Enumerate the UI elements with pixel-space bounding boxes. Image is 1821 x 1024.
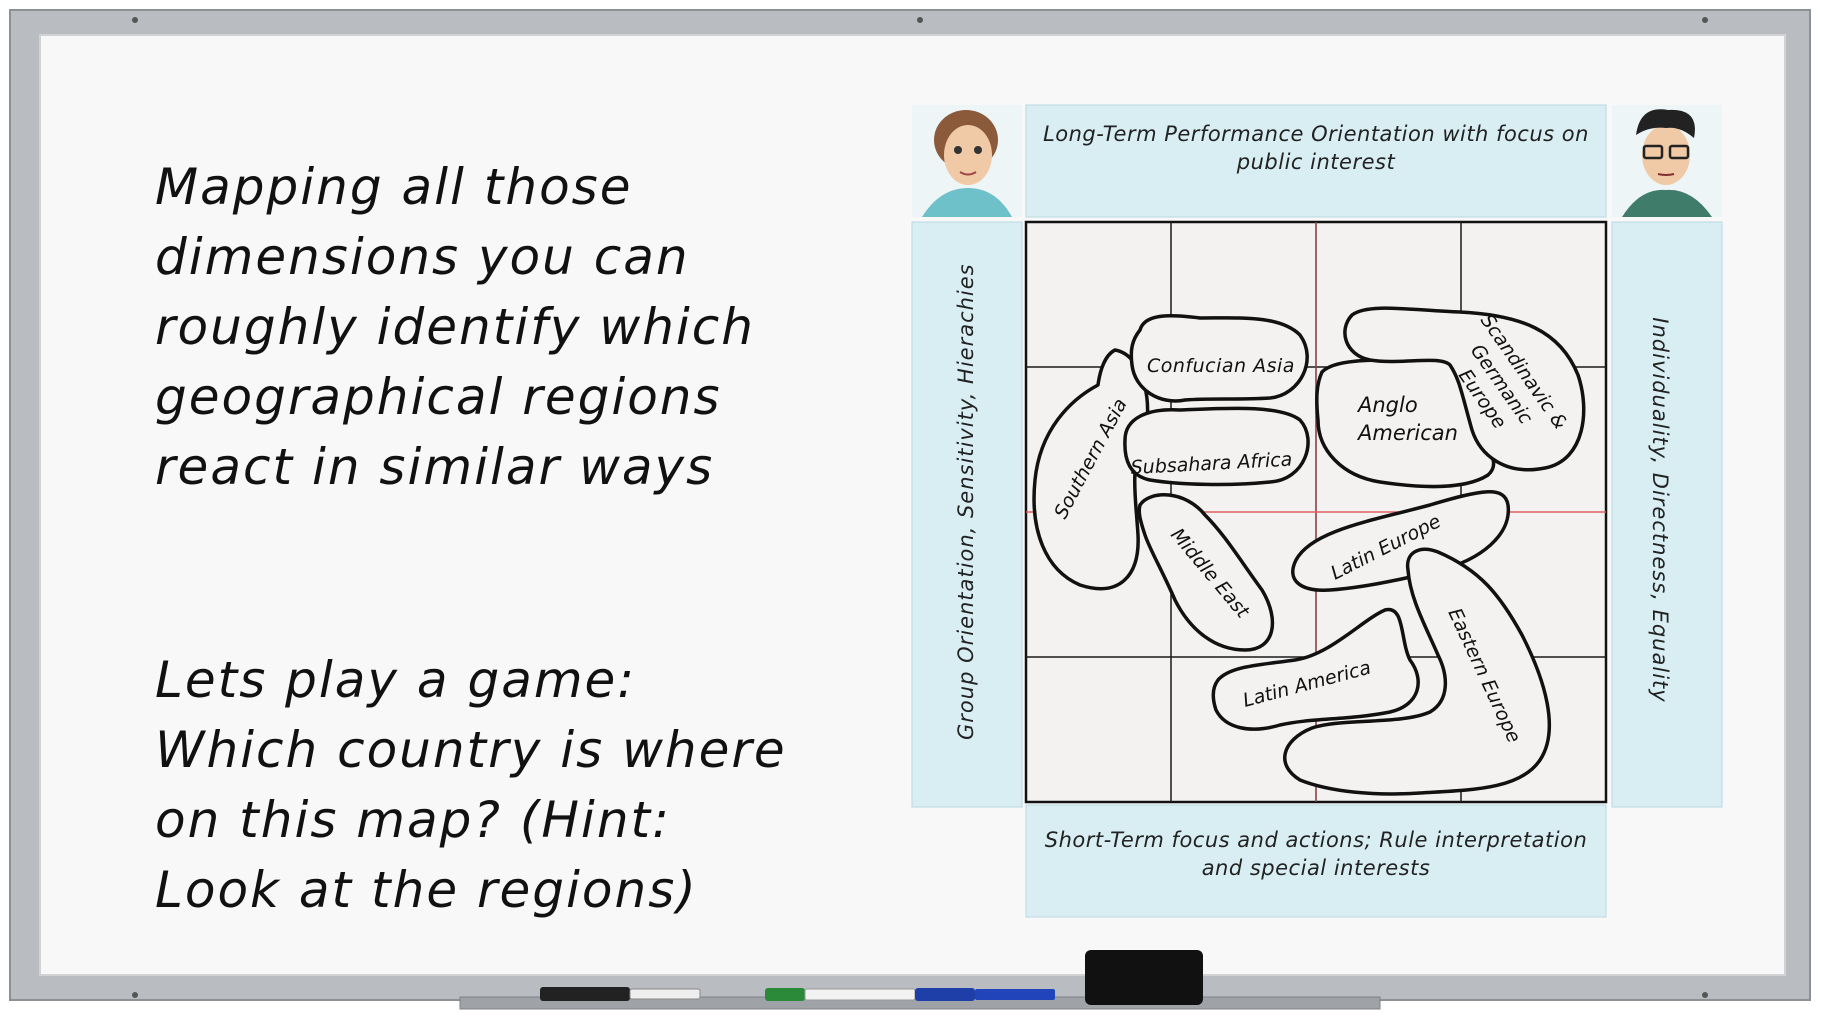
axis-label-right: Individuality, Directness, Equality: [1648, 317, 1672, 703]
intro-line: geographical regions: [155, 368, 722, 426]
frame-screw: [132, 17, 138, 23]
blue-marker[interactable]: [915, 988, 1055, 1001]
game-line: Lets play a game:: [155, 651, 637, 709]
frame-screw: [1702, 992, 1708, 998]
label-anglo-american-2: American: [1356, 421, 1458, 445]
eraser[interactable]: [1085, 950, 1203, 1005]
slide: Confucian Asia Southern Asia Subsahara A…: [0, 0, 1821, 1024]
frame-screw: [1702, 17, 1708, 23]
frame-screw: [917, 17, 923, 23]
label-anglo-american-1: Anglo: [1356, 393, 1418, 417]
intro-line: Mapping all those: [155, 158, 633, 216]
axis-label-bottom: Short-Term focus and actions; Rule inter…: [1044, 828, 1588, 880]
game-line: Look at the regions): [155, 861, 698, 919]
axis-label-top: Long-Term Performance Orientation with f…: [1043, 122, 1589, 174]
intro-line: roughly identify which: [155, 298, 755, 356]
woman-avatar: [912, 105, 1022, 217]
intro-line: dimensions you can: [155, 228, 690, 286]
black-marker[interactable]: [540, 987, 701, 1001]
green-marker[interactable]: [765, 988, 916, 1001]
frame-screw: [132, 992, 138, 998]
game-paragraph: Lets play a game: Which country is where…: [155, 645, 787, 925]
intro-line: react in similar ways: [155, 438, 715, 496]
man-avatar: [1612, 105, 1722, 217]
axis-label-left: Group Orientation, Sensitivity, Hierachi…: [954, 263, 978, 740]
game-line: Which country is where: [155, 721, 787, 779]
intro-paragraph: Mapping all those dimensions you can rou…: [155, 152, 755, 502]
game-line: on this map? (Hint:: [155, 791, 671, 849]
label-confucian-asia: Confucian Asia: [1147, 355, 1295, 377]
